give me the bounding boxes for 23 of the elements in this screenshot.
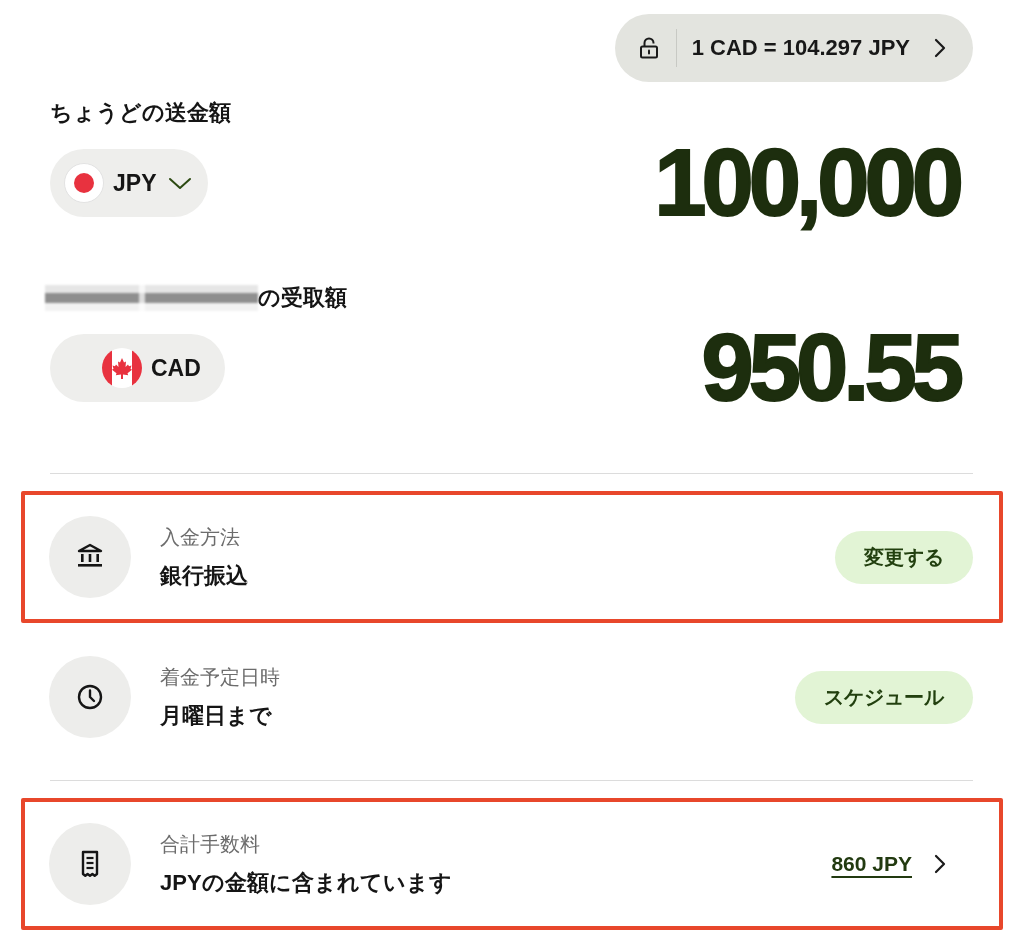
detail-value: 銀行振込 [160, 562, 248, 590]
flag-icon [102, 348, 142, 388]
action-button[interactable]: 変更する [835, 530, 973, 584]
flag-icon [64, 163, 104, 203]
receive-amount-label: の受取額 [258, 284, 347, 312]
detail-label: 合計手数料 [160, 832, 261, 857]
detail-label: 入金方法 [160, 525, 241, 550]
detail-label: 着金予定日時 [160, 665, 280, 690]
receive-amount-value[interactable]: 950.55 [701, 321, 973, 415]
currency-selector[interactable]: JPY [50, 149, 209, 217]
detail-value: JPYの金額に含まれています [160, 869, 452, 897]
send-amount-label: ちょうどの送金額 [50, 99, 231, 127]
receipt-icon [49, 823, 131, 905]
exchange-rate-button[interactable]: 1 CAD = 104.297 JPY [614, 14, 973, 82]
detail-value: 月曜日まで [160, 702, 273, 730]
chevron-right-icon [934, 854, 946, 874]
send-amount-value[interactable]: 100,000 [654, 136, 973, 230]
currency-selector[interactable]: CAD [50, 334, 225, 402]
fee-amount-link[interactable]: 860 JPY [831, 852, 912, 876]
action-button[interactable]: スケジュール [795, 670, 973, 724]
chevron-right-icon [934, 38, 946, 58]
bank-icon [49, 516, 131, 598]
clock-icon [49, 656, 131, 738]
